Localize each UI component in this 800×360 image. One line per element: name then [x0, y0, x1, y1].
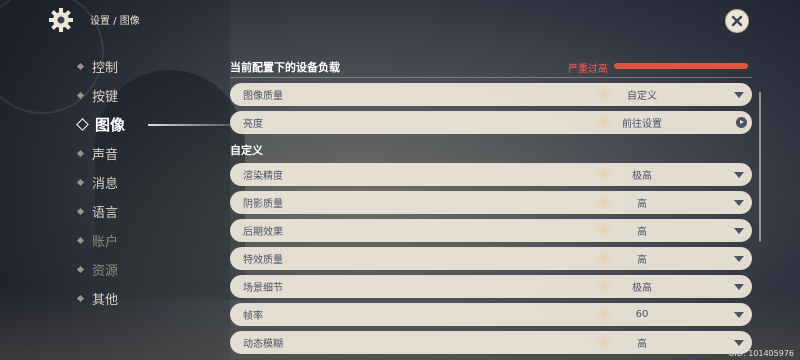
setting-row-motion-blur[interactable]: 动态模糊 高 — [230, 331, 752, 354]
setting-value: 自定义 — [627, 91, 657, 102]
nav-bullet-icon — [76, 236, 85, 245]
play-arrow-icon — [736, 117, 747, 128]
custom-settings-list: 渲染精度 极高 阴影质量 高 后期效果 高 特效质量 高 场景细节 极高 帧率 … — [230, 163, 752, 359]
section-divider — [230, 77, 752, 78]
setting-value: 前往设置 — [622, 119, 662, 130]
chevron-down-icon — [734, 284, 744, 290]
nav-item-label: 语言 — [92, 206, 119, 221]
nav-bullet-icon — [76, 207, 85, 216]
chevron-down-icon — [734, 92, 744, 98]
setting-label: 阴影质量 — [243, 199, 283, 210]
setting-label: 帧率 — [243, 311, 263, 322]
nav-item-controls[interactable]: 控制 — [76, 52, 125, 81]
chevron-down-icon — [734, 256, 744, 262]
nav-item-label: 控制 — [92, 61, 119, 76]
setting-label: 场景细节 — [243, 283, 283, 294]
nav-item-audio[interactable]: 声音 — [76, 139, 125, 168]
uid-label: UID: 101405976 — [728, 349, 794, 358]
close-button[interactable] — [725, 9, 749, 33]
chevron-down-icon — [734, 200, 744, 206]
nav-item-account[interactable]: 账户 — [76, 226, 125, 255]
nav-bullet-icon — [76, 149, 85, 158]
device-load-bar — [614, 63, 748, 69]
nav-item-other[interactable]: 其他 — [76, 284, 125, 313]
nav-item-label: 消息 — [92, 177, 119, 192]
nav-item-label: 账户 — [92, 235, 119, 250]
settings-nav: 控制 按键 图像 声音 消息 语言 账户 资源 其他 — [76, 52, 258, 313]
setting-label: 图像质量 — [243, 91, 283, 102]
nav-item-label: 其他 — [92, 293, 119, 308]
chevron-down-icon — [734, 340, 744, 346]
nav-active-diamond-icon — [76, 118, 89, 131]
setting-row-brightness[interactable]: 亮度 前往设置 — [230, 111, 752, 134]
device-load-status: 严重过高 — [568, 64, 608, 75]
setting-label: 特效质量 — [243, 255, 283, 266]
setting-value: 极高 — [632, 171, 652, 182]
setting-label: 渲染精度 — [243, 171, 283, 182]
setting-value: 极高 — [632, 283, 652, 294]
nav-item-label: 图像 — [95, 116, 126, 134]
nav-bullet-icon — [76, 62, 85, 71]
nav-item-graphics[interactable]: 图像 — [76, 110, 258, 139]
chevron-down-icon — [734, 172, 744, 178]
settings-scrollbar[interactable] — [759, 92, 761, 242]
breadcrumb: 设置 / 图像 — [90, 16, 140, 27]
setting-value: 高 — [637, 255, 647, 266]
setting-row-image-quality[interactable]: 图像质量 自定义 — [230, 83, 752, 106]
gear-icon — [47, 6, 75, 34]
nav-item-language[interactable]: 语言 — [76, 197, 125, 226]
device-load-title: 当前配置下的设备负载 — [230, 61, 340, 74]
setting-label: 亮度 — [243, 119, 263, 130]
setting-row-scene-detail[interactable]: 场景细节 极高 — [230, 275, 752, 298]
main-settings-list: 图像质量 自定义 亮度 前往设置 — [230, 83, 752, 139]
setting-row-shadow-quality[interactable]: 阴影质量 高 — [230, 191, 752, 214]
nav-bullet-icon — [76, 91, 85, 100]
nav-item-keybinds[interactable]: 按键 — [76, 81, 125, 110]
setting-label: 动态模糊 — [243, 339, 283, 350]
setting-row-frame-rate[interactable]: 帧率 60 — [230, 303, 752, 326]
nav-item-label: 按键 — [92, 90, 119, 105]
setting-value: 高 — [637, 339, 647, 350]
custom-section-title: 自定义 — [230, 144, 263, 157]
setting-row-post-processing[interactable]: 后期效果 高 — [230, 219, 752, 242]
nav-item-messages[interactable]: 消息 — [76, 168, 125, 197]
close-icon — [731, 12, 743, 31]
setting-value: 高 — [637, 227, 647, 238]
chevron-down-icon — [734, 312, 744, 318]
setting-label: 后期效果 — [243, 227, 283, 238]
setting-row-effects-quality[interactable]: 特效质量 高 — [230, 247, 752, 270]
chevron-down-icon — [734, 228, 744, 234]
nav-item-label: 资源 — [92, 264, 119, 279]
nav-item-resources[interactable]: 资源 — [76, 255, 125, 284]
nav-item-label: 声音 — [92, 148, 119, 163]
setting-value: 高 — [637, 199, 647, 210]
nav-bullet-icon — [76, 265, 85, 274]
setting-row-render-resolution[interactable]: 渲染精度 极高 — [230, 163, 752, 186]
nav-bullet-icon — [76, 294, 85, 303]
nav-bullet-icon — [76, 178, 85, 187]
setting-value: 60 — [635, 309, 649, 320]
